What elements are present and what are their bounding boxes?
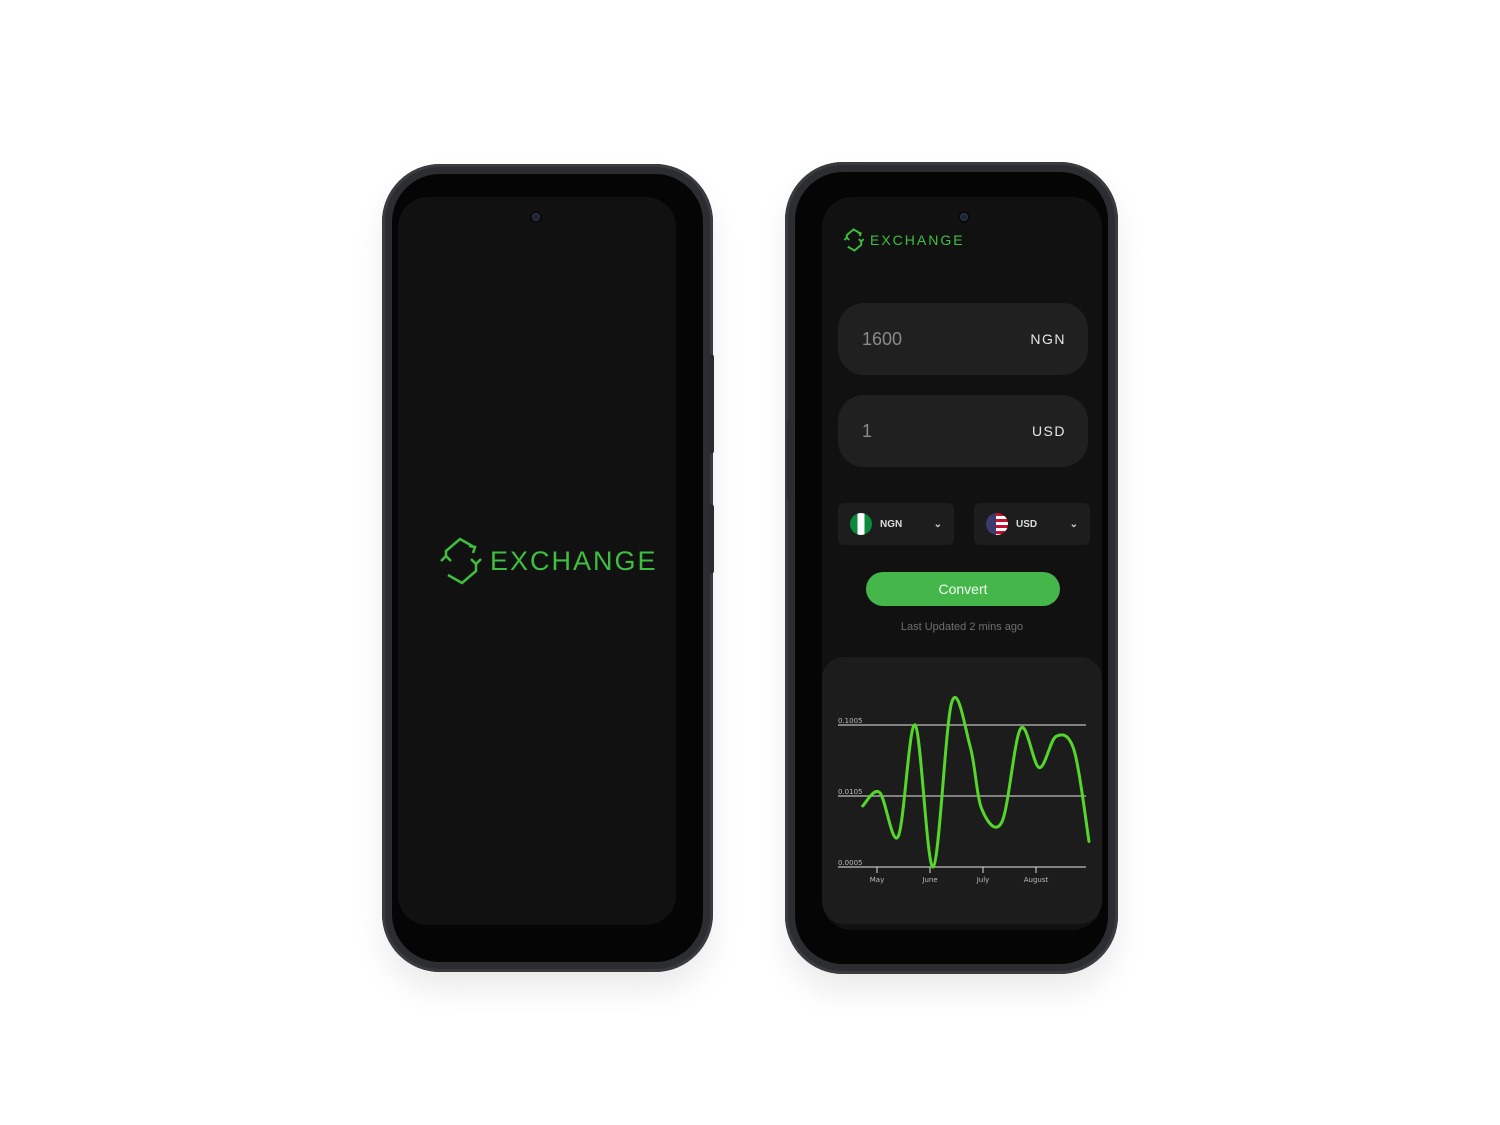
y-tick-label: 0.1005	[838, 717, 863, 725]
rate-line	[861, 696, 1091, 869]
splash-screen: EXCHANGE	[398, 197, 676, 925]
phone-converter: EXCHANGE 1600 NGN 1 USD NGN ⌄ USD ⌄ Conv…	[785, 162, 1118, 974]
y-tick-label: 0.0005	[838, 859, 863, 867]
to-currency-select[interactable]: USD ⌄	[974, 503, 1090, 545]
from-amount-value[interactable]: 1600	[862, 329, 902, 350]
x-tick-label: May	[870, 876, 884, 884]
converter-screen: EXCHANGE 1600 NGN 1 USD NGN ⌄ USD ⌄ Conv…	[822, 197, 1102, 930]
front-camera	[958, 211, 970, 223]
volume-button	[708, 504, 714, 574]
front-camera	[530, 211, 542, 223]
from-currency-select[interactable]: NGN ⌄	[838, 503, 954, 545]
to-currency-code: USD	[1031, 423, 1066, 439]
us-flag-icon	[986, 513, 1008, 535]
chevron-down-icon: ⌄	[933, 518, 942, 530]
to-amount-field[interactable]: 1 USD	[838, 395, 1088, 467]
splash-logo-text: EXCHANGE	[490, 545, 658, 576]
exchange-logo-icon	[440, 537, 482, 585]
chevron-down-icon: ⌄	[1069, 518, 1078, 530]
phone-splash: EXCHANGE	[382, 164, 714, 972]
to-select-label: USD	[1016, 518, 1038, 530]
y-tick-label: 0.0105	[838, 788, 863, 796]
from-currency-code: NGN	[1030, 331, 1066, 347]
from-select-label: NGN	[880, 518, 903, 530]
nigeria-flag-icon	[850, 513, 872, 535]
to-amount-value[interactable]: 1	[862, 421, 872, 442]
last-updated-text: Last Updated 2 mins ago	[900, 621, 1024, 633]
power-button	[708, 354, 714, 454]
x-tick-label: July	[976, 876, 990, 884]
rate-chart: 0.0005 0.0105 0.1005 May June July August	[822, 657, 1102, 924]
x-tick-label: August	[1024, 876, 1049, 884]
header-logo: EXCHANGE	[842, 227, 965, 253]
convert-button[interactable]: Convert	[866, 572, 1060, 606]
splash-logo: EXCHANGE	[436, 535, 658, 587]
x-tick-label: June	[921, 876, 937, 884]
exchange-logo-icon	[843, 228, 865, 252]
header-logo-text: EXCHANGE	[870, 232, 965, 248]
rate-chart-svg: 0.0005 0.0105 0.1005 May June July August	[838, 696, 1091, 884]
side-button	[787, 420, 793, 500]
from-amount-field[interactable]: 1600 NGN	[838, 303, 1088, 375]
